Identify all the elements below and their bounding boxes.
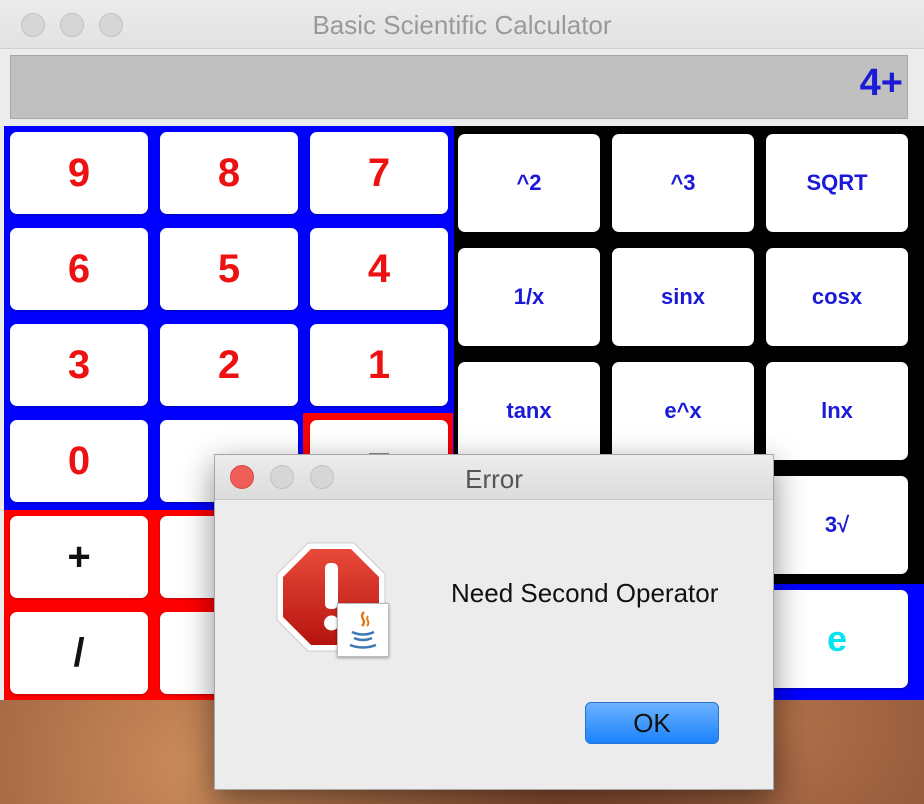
divide-button[interactable]: / bbox=[10, 612, 148, 694]
digit-1-button[interactable]: 1 bbox=[310, 324, 448, 406]
cube-button[interactable]: ^3 bbox=[612, 134, 754, 232]
digit-5-button[interactable]: 5 bbox=[160, 228, 298, 310]
java-badge-icon bbox=[337, 603, 389, 657]
digit-4-button[interactable]: 4 bbox=[310, 228, 448, 310]
add-button[interactable]: + bbox=[10, 516, 148, 598]
digit-7-button[interactable]: 7 bbox=[310, 132, 448, 214]
cube-root-button[interactable]: 3√ bbox=[766, 476, 908, 574]
cos-button[interactable]: cosx bbox=[766, 248, 908, 346]
dialog-title: Error bbox=[465, 464, 523, 494]
square-button[interactable]: ^2 bbox=[458, 134, 600, 232]
ok-button[interactable]: OK bbox=[585, 702, 719, 744]
error-dialog: Error Need Second Operator OK bbox=[214, 454, 774, 790]
window-title: Basic Scientific Calculator bbox=[312, 10, 612, 40]
digit-3-button[interactable]: 3 bbox=[10, 324, 148, 406]
digit-6-button[interactable]: 6 bbox=[10, 228, 148, 310]
dialog-message: Need Second Operator bbox=[451, 578, 719, 608]
digit-0-button[interactable]: 0 bbox=[10, 420, 148, 502]
dialog-titlebar: Error bbox=[215, 455, 773, 500]
digit-9-button[interactable]: 9 bbox=[10, 132, 148, 214]
window-titlebar: Basic Scientific Calculator bbox=[0, 0, 924, 49]
calculator-display: 4+ bbox=[10, 55, 908, 119]
display-value: 4+ bbox=[859, 62, 903, 104]
reciprocal-button[interactable]: 1/x bbox=[458, 248, 600, 346]
ln-button[interactable]: lnx bbox=[766, 362, 908, 460]
exp-button[interactable]: e^x bbox=[612, 362, 754, 460]
sqrt-button[interactable]: SQRT bbox=[766, 134, 908, 232]
sin-button[interactable]: sinx bbox=[612, 248, 754, 346]
digit-8-button[interactable]: 8 bbox=[160, 132, 298, 214]
e-constant-button[interactable]: e bbox=[766, 590, 908, 688]
tan-button[interactable]: tanx bbox=[458, 362, 600, 460]
digit-2-button[interactable]: 2 bbox=[160, 324, 298, 406]
